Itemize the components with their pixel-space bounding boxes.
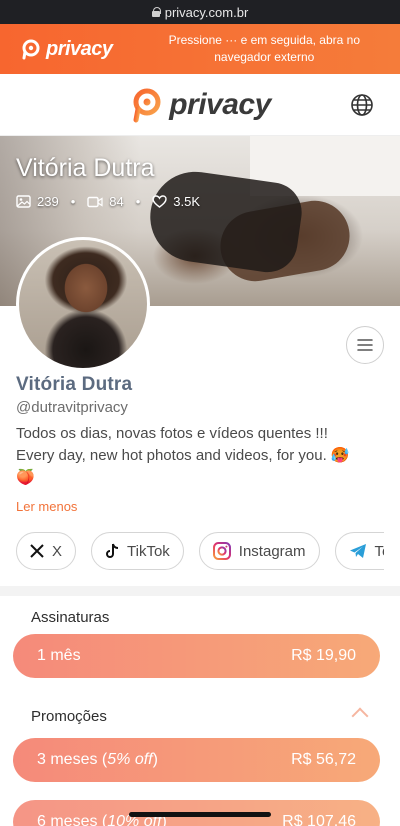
social-instagram-button[interactable]: Instagram [198, 532, 320, 570]
plan-label: 1 mês [37, 647, 81, 664]
section-divider [0, 586, 400, 596]
heart-icon [152, 195, 167, 208]
like-count: 3.5K [173, 194, 201, 209]
social-links: X TikTok Instagram T [16, 532, 384, 570]
plan-price: R$ 56,72 [291, 751, 356, 768]
privacy-logo[interactable]: privacy [129, 86, 271, 124]
plan-3-months-button[interactable]: 3 meses (5% off) R$ 56,72 [13, 738, 380, 782]
profile-info: Vitória Dutra @dutravitprivacy Todos os … [16, 374, 386, 514]
hamburger-icon [357, 339, 373, 351]
video-count: 84 [109, 194, 124, 209]
banner-logo: privacy [20, 38, 113, 61]
privacy-logo-icon [133, 88, 161, 122]
site-header: privacy [0, 74, 400, 136]
browser-url-bar[interactable]: privacy.com.br [0, 0, 400, 24]
social-telegram-button[interactable]: Te [334, 532, 384, 570]
chevron-up-icon[interactable] [351, 707, 369, 725]
tiktok-icon [106, 543, 119, 558]
telegram-icon [349, 544, 366, 558]
plan-1-month-button[interactable]: 1 mês R$ 19,90 [13, 634, 380, 678]
profile-name: Vitória Dutra [16, 374, 133, 395]
lock-icon [151, 7, 161, 17]
globe-icon[interactable] [350, 93, 374, 117]
promotions-title: Promoções [31, 708, 107, 725]
home-indicator [129, 812, 271, 817]
banner-message: Pressione ··· e em seguida, abra no nave… [168, 33, 360, 64]
plan-price: R$ 19,90 [291, 647, 356, 664]
social-x-button[interactable]: X [16, 532, 77, 570]
cover-stats: 239 • 84 • 3.5K [16, 194, 200, 209]
x-icon [30, 544, 44, 558]
url-text: privacy.com.br [164, 4, 249, 20]
instagram-icon [212, 542, 231, 560]
plan-label: 3 meses (5% off) [37, 751, 158, 768]
open-external-banner: privacy Pressione ··· e em seguida, abra… [0, 24, 400, 74]
plan-price: R$ 107,46 [282, 813, 356, 826]
social-links-scroller[interactable]: X TikTok Instagram T [0, 528, 384, 574]
subscriptions-title: Assinaturas [31, 609, 110, 626]
photo-count: 239 [37, 194, 59, 209]
privacy-logo-icon [22, 39, 40, 60]
avatar[interactable] [16, 237, 150, 371]
cover-name: Vitória Dutra [16, 154, 155, 182]
video-icon [87, 196, 103, 207]
profile-bio: Todos os dias, novas fotos e vídeos quen… [16, 425, 350, 486]
social-tiktok-button[interactable]: TikTok [91, 532, 184, 570]
profile-menu-button[interactable] [346, 326, 384, 364]
profile-handle: @dutravitprivacy [16, 399, 128, 416]
image-icon [16, 195, 31, 208]
read-less-link[interactable]: Ler menos [16, 499, 386, 514]
